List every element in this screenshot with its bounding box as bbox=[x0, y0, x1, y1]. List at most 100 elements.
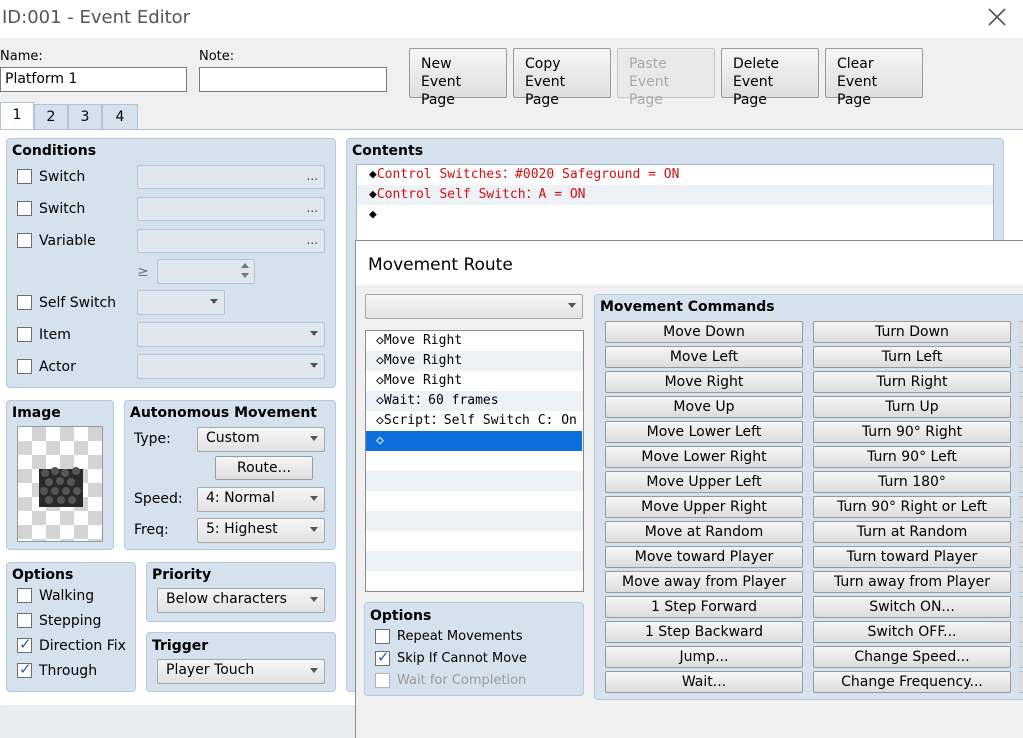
repeat-movements-checkbox[interactable] bbox=[375, 629, 390, 644]
switch-on-button[interactable]: Switch ON... bbox=[813, 596, 1011, 618]
speed-select[interactable]: 4: Normal bbox=[197, 487, 325, 512]
route-list-item[interactable]: ◇Wait：60 frames bbox=[366, 391, 582, 411]
status-strip bbox=[0, 705, 360, 738]
route-list-item-selected[interactable]: ◇ bbox=[366, 431, 582, 451]
type-label: Type: bbox=[134, 431, 171, 447]
route-button[interactable]: Route... bbox=[215, 456, 313, 480]
wait-for-completion-checkbox[interactable] bbox=[375, 673, 390, 688]
turn-90-left-button[interactable]: Turn 90° Left bbox=[813, 446, 1011, 468]
move-upper-left-button[interactable]: Move Upper Left bbox=[605, 471, 803, 493]
turn-right-button[interactable]: Turn Right bbox=[813, 371, 1011, 393]
delete-event-page-button[interactable]: Delete Event Page bbox=[721, 48, 819, 108]
turn-90-right-or-left-button[interactable]: Turn 90° Right or Left bbox=[813, 496, 1011, 518]
variable-checkbox[interactable] bbox=[17, 233, 32, 248]
change-frequency-button[interactable]: Change Frequency... bbox=[813, 671, 1011, 693]
through-checkbox[interactable]: ✓ bbox=[17, 660, 32, 678]
item-selector[interactable] bbox=[137, 322, 325, 347]
move-lower-left-button[interactable]: Move Lower Left bbox=[605, 421, 803, 443]
step-backward-button[interactable]: 1 Step Backward bbox=[605, 621, 803, 643]
move-toward-player-button[interactable]: Move toward Player bbox=[605, 546, 803, 568]
switch2-selector[interactable]: ... bbox=[137, 197, 325, 221]
route-list-item[interactable]: ◇Script：Self Switch C: On bbox=[366, 411, 582, 431]
self-switch-selector[interactable] bbox=[137, 290, 225, 315]
variable-selector[interactable]: ... bbox=[137, 229, 325, 253]
frequency-select[interactable]: 5: Highest bbox=[197, 518, 325, 543]
actor-selector[interactable] bbox=[137, 354, 325, 379]
close-icon[interactable] bbox=[986, 6, 1008, 28]
move-right-button[interactable]: Move Right bbox=[605, 371, 803, 393]
actor-label: Actor bbox=[39, 359, 76, 375]
note-label: Note: bbox=[199, 49, 235, 64]
move-up-button[interactable]: Move Up bbox=[605, 396, 803, 418]
variable-label: Variable bbox=[39, 233, 96, 249]
route-options-title: Options bbox=[370, 608, 432, 624]
turn-left-button[interactable]: Turn Left bbox=[813, 346, 1011, 368]
event-image-preview[interactable] bbox=[17, 426, 103, 542]
move-left-button[interactable]: Move Left bbox=[605, 346, 803, 368]
spinner-down-icon[interactable] bbox=[241, 273, 249, 278]
wait-for-completion-label: Wait for Completion bbox=[397, 673, 527, 688]
copy-event-page-button[interactable]: Copy Event Page bbox=[513, 48, 611, 108]
wait-button[interactable]: Wait... bbox=[605, 671, 803, 693]
turn-up-button[interactable]: Turn Up bbox=[813, 396, 1011, 418]
chevron-down-icon bbox=[310, 331, 318, 336]
turn-180-button[interactable]: Turn 180° bbox=[813, 471, 1011, 493]
jump-button[interactable]: Jump... bbox=[605, 646, 803, 668]
move-away-from-player-button[interactable]: Move away from Player bbox=[605, 571, 803, 593]
walking-checkbox[interactable] bbox=[17, 588, 32, 603]
chevron-down-icon bbox=[310, 527, 318, 532]
contents-line[interactable]: ◆Control Switches：#0020 Safeground = ON bbox=[357, 165, 993, 185]
through-label: Through bbox=[39, 663, 98, 679]
contents-line[interactable]: ◆Control Self Switch：A = ON bbox=[357, 185, 993, 205]
autonomous-movement-title: Autonomous Movement bbox=[130, 405, 317, 421]
move-upper-right-button[interactable]: Move Upper Right bbox=[605, 496, 803, 518]
options-title: Options bbox=[12, 567, 74, 583]
turn-at-random-button[interactable]: Turn at Random bbox=[813, 521, 1011, 543]
trigger-select[interactable]: Player Touch bbox=[157, 659, 325, 684]
spinner-up-icon[interactable] bbox=[241, 263, 249, 268]
actor-checkbox[interactable] bbox=[17, 359, 32, 374]
route-list-item[interactable]: ◇Move Right bbox=[366, 331, 582, 351]
route-target-select[interactable] bbox=[365, 294, 583, 319]
switch2-checkbox[interactable] bbox=[17, 201, 32, 216]
priority-select[interactable]: Below characters bbox=[157, 588, 325, 613]
geq-label: ≥ bbox=[137, 264, 149, 280]
walking-label: Walking bbox=[39, 588, 95, 604]
checkmark-icon: ✓ bbox=[19, 660, 32, 678]
tab-1[interactable]: 1 bbox=[0, 102, 34, 129]
tab-3[interactable]: 3 bbox=[68, 104, 102, 129]
ellipsis-icon: ... bbox=[306, 169, 318, 183]
route-list-item[interactable]: ◇Move Right bbox=[366, 371, 582, 391]
change-speed-button[interactable]: Change Speed... bbox=[813, 646, 1011, 668]
self-switch-checkbox[interactable] bbox=[17, 295, 32, 310]
tab-4[interactable]: 4 bbox=[102, 104, 138, 129]
clear-event-page-button[interactable]: Clear Event Page bbox=[825, 48, 923, 108]
paste-event-page-button[interactable]: Paste Event Page bbox=[617, 48, 715, 108]
tab-2[interactable]: 2 bbox=[34, 104, 68, 129]
item-checkbox[interactable] bbox=[17, 327, 32, 342]
turn-away-from-player-button[interactable]: Turn away from Player bbox=[813, 571, 1011, 593]
switch1-selector[interactable]: ... bbox=[137, 165, 325, 189]
switch-off-button[interactable]: Switch OFF... bbox=[813, 621, 1011, 643]
stepping-checkbox[interactable] bbox=[17, 613, 32, 628]
speed-label: Speed: bbox=[134, 491, 183, 507]
move-lower-right-button[interactable]: Move Lower Right bbox=[605, 446, 803, 468]
new-event-page-button[interactable]: New Event Page bbox=[409, 48, 507, 108]
contents-line[interactable]: ◆ bbox=[357, 205, 993, 225]
skip-if-cannot-move-checkbox[interactable]: ✓ bbox=[375, 648, 390, 666]
step-forward-button[interactable]: 1 Step Forward bbox=[605, 596, 803, 618]
route-list-item[interactable]: ◇Move Right bbox=[366, 351, 582, 371]
switch1-checkbox[interactable] bbox=[17, 169, 32, 184]
chevron-down-icon bbox=[310, 668, 318, 673]
priority-title: Priority bbox=[152, 567, 212, 583]
note-input[interactable] bbox=[199, 67, 387, 92]
move-down-button[interactable]: Move Down bbox=[605, 321, 803, 343]
movement-type-select[interactable]: Custom bbox=[197, 427, 325, 452]
variable-value-spinner[interactable] bbox=[157, 259, 255, 284]
turn-toward-player-button[interactable]: Turn toward Player bbox=[813, 546, 1011, 568]
turn-down-button[interactable]: Turn Down bbox=[813, 321, 1011, 343]
direction-fix-checkbox[interactable]: ✓ bbox=[17, 635, 32, 653]
move-at-random-button[interactable]: Move at Random bbox=[605, 521, 803, 543]
turn-90-right-button[interactable]: Turn 90° Right bbox=[813, 421, 1011, 443]
name-input[interactable]: Platform 1 bbox=[0, 67, 187, 92]
